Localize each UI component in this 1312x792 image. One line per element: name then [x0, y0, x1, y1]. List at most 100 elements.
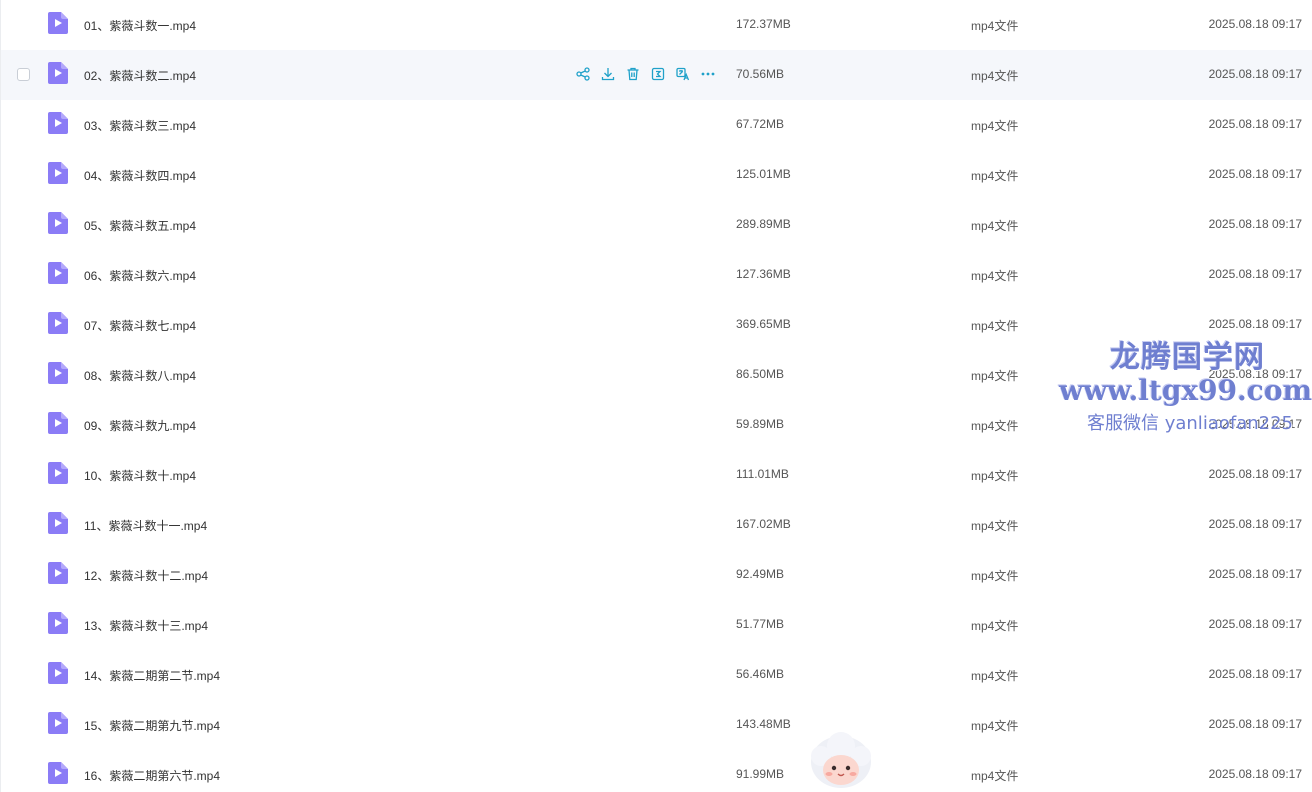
- file-size: 56.46MB: [736, 667, 785, 681]
- file-row[interactable]: 15、紫薇二期第九节.mp4 143.48MB mp4文件 2025.08.18 09…: [1, 700, 1312, 750]
- file-date: 2025.08.18 09:17: [1208, 417, 1302, 431]
- file-row[interactable]: 07、紫薇斗数七.mp4 369.65MB mp4文件 2025.08.18 09:1…: [1, 300, 1312, 350]
- video-file-icon: [48, 462, 68, 484]
- file-type: mp4文件: [971, 169, 1019, 183]
- file-name[interactable]: 07、紫薇斗数七.mp4: [84, 317, 196, 334]
- file-type: mp4文件: [971, 769, 1019, 783]
- file-row[interactable]: 05、紫薇斗数五.mp4 289.89MB mp4文件 2025.08.18 09:1…: [1, 200, 1312, 250]
- file-list: 01、紫薇斗数一.mp4 172.37MB mp4文件 2025.08.18 09:1…: [0, 0, 1312, 792]
- file-size: 172.37MB: [736, 17, 791, 31]
- file-row[interactable]: 09、紫薇斗数九.mp4 59.89MB mp4文件 2025.08.18 09:17: [1, 400, 1312, 450]
- file-name[interactable]: 11、紫薇斗数十一.mp4: [84, 517, 207, 534]
- file-type: mp4文件: [971, 669, 1019, 683]
- file-type: mp4文件: [971, 69, 1019, 83]
- file-size: 167.02MB: [736, 517, 791, 531]
- file-type: mp4文件: [971, 619, 1019, 633]
- file-row[interactable]: 04、紫薇斗数四.mp4 125.01MB mp4文件 2025.08.18 09:1…: [1, 150, 1312, 200]
- file-row[interactable]: 08、紫薇斗数八.mp4 86.50MB mp4文件 2025.08.18 09:17: [1, 350, 1312, 400]
- file-type: mp4文件: [971, 319, 1019, 333]
- download-icon[interactable]: [600, 66, 616, 84]
- video-file-icon: [48, 312, 68, 334]
- file-type: mp4文件: [971, 469, 1019, 483]
- file-row[interactable]: 01、紫薇斗数一.mp4 172.37MB mp4文件 2025.08.18 09:1…: [1, 0, 1312, 50]
- summary-icon[interactable]: [650, 66, 666, 84]
- file-date: 2025.08.18 09:17: [1208, 317, 1302, 331]
- file-name[interactable]: 08、紫薇斗数八.mp4: [84, 367, 196, 384]
- file-row[interactable]: 11、紫薇斗数十一.mp4 167.02MB mp4文件 2025.08.18 09:…: [1, 500, 1312, 550]
- file-date: 2025.08.18 09:17: [1208, 117, 1302, 131]
- file-name[interactable]: 04、紫薇斗数四.mp4: [84, 167, 196, 184]
- file-name[interactable]: 06、紫薇斗数六.mp4: [84, 267, 196, 284]
- file-name[interactable]: 16、紫薇二期第六节.mp4: [84, 767, 220, 784]
- video-file-icon: [48, 512, 68, 534]
- file-date: 2025.08.18 09:17: [1208, 217, 1302, 231]
- file-row[interactable]: 16、紫薇二期第六节.mp4 91.99MB mp4文件 2025.08.18 09:…: [1, 750, 1312, 792]
- file-date: 2025.08.18 09:17: [1208, 517, 1302, 531]
- video-file-icon: [48, 112, 68, 134]
- file-size: 125.01MB: [736, 167, 791, 181]
- file-row[interactable]: 06、紫薇斗数六.mp4 127.36MB mp4文件 2025.08.18 09:1…: [1, 250, 1312, 300]
- translate-icon[interactable]: [675, 66, 691, 84]
- file-row[interactable]: 02、紫薇斗数二.mp4 70.56MB mp4文件 2025.08.18 09:17: [1, 50, 1312, 100]
- file-name[interactable]: 01、紫薇斗数一.mp4: [84, 17, 196, 34]
- file-row[interactable]: 10、紫薇斗数十.mp4 111.01MB mp4文件 2025.08.18 09:1…: [1, 450, 1312, 500]
- file-name[interactable]: 05、紫薇斗数五.mp4: [84, 217, 196, 234]
- video-file-icon: [48, 362, 68, 384]
- file-type: mp4文件: [971, 369, 1019, 383]
- file-name[interactable]: 09、紫薇斗数九.mp4: [84, 417, 196, 434]
- file-name[interactable]: 12、紫薇斗数十二.mp4: [84, 567, 208, 584]
- delete-icon[interactable]: [625, 66, 641, 84]
- file-date: 2025.08.18 09:17: [1208, 267, 1302, 281]
- file-date: 2025.08.18 09:17: [1208, 767, 1302, 781]
- file-size: 91.99MB: [736, 767, 785, 781]
- file-row[interactable]: 14、紫薇二期第二节.mp4 56.46MB mp4文件 2025.08.18 09:…: [1, 650, 1312, 700]
- file-type: mp4文件: [971, 569, 1019, 583]
- file-size: 92.49MB: [736, 567, 785, 581]
- file-type: mp4文件: [971, 219, 1019, 233]
- file-name[interactable]: 10、紫薇斗数十.mp4: [84, 467, 196, 484]
- file-date: 2025.08.18 09:17: [1208, 167, 1302, 181]
- file-date: 2025.08.18 09:17: [1208, 367, 1302, 381]
- video-file-icon: [48, 612, 68, 634]
- file-name[interactable]: 03、紫薇斗数三.mp4: [84, 117, 196, 134]
- file-date: 2025.08.18 09:17: [1208, 567, 1302, 581]
- file-name[interactable]: 02、紫薇斗数二.mp4: [84, 67, 196, 84]
- video-file-icon: [48, 712, 68, 734]
- video-file-icon: [48, 162, 68, 184]
- file-date: 2025.08.18 09:17: [1208, 617, 1302, 631]
- more-icon[interactable]: [700, 66, 716, 84]
- file-type: mp4文件: [971, 269, 1019, 283]
- video-file-icon: [48, 262, 68, 284]
- file-date: 2025.08.18 09:17: [1208, 467, 1302, 481]
- file-date: 2025.08.18 09:17: [1208, 717, 1302, 731]
- file-size: 127.36MB: [736, 267, 791, 281]
- file-type: mp4文件: [971, 719, 1019, 733]
- file-size: 59.89MB: [736, 417, 785, 431]
- row-actions: [575, 66, 716, 84]
- file-size: 67.72MB: [736, 117, 785, 131]
- file-date: 2025.08.18 09:17: [1208, 667, 1302, 681]
- share-icon[interactable]: [575, 66, 591, 84]
- file-size: 86.50MB: [736, 367, 785, 381]
- file-size: 70.56MB: [736, 67, 785, 81]
- video-file-icon: [48, 412, 68, 434]
- file-size: 51.77MB: [736, 617, 785, 631]
- file-name[interactable]: 14、紫薇二期第二节.mp4: [84, 667, 220, 684]
- file-row[interactable]: 13、紫薇斗数十三.mp4 51.77MB mp4文件 2025.08.18 09:1…: [1, 600, 1312, 650]
- file-date: 2025.08.18 09:17: [1208, 67, 1302, 81]
- video-file-icon: [48, 62, 68, 84]
- file-name[interactable]: 13、紫薇斗数十三.mp4: [84, 617, 208, 634]
- video-file-icon: [48, 12, 68, 34]
- file-rows: 01、紫薇斗数一.mp4 172.37MB mp4文件 2025.08.18 09:1…: [1, 0, 1312, 792]
- file-type: mp4文件: [971, 419, 1019, 433]
- video-file-icon: [48, 562, 68, 584]
- row-checkbox[interactable]: [17, 68, 30, 81]
- assistant-mascot-icon[interactable]: [807, 732, 875, 792]
- file-type: mp4文件: [971, 19, 1019, 33]
- file-row[interactable]: 12、紫薇斗数十二.mp4 92.49MB mp4文件 2025.08.18 09:1…: [1, 550, 1312, 600]
- file-date: 2025.08.18 09:17: [1208, 17, 1302, 31]
- file-name[interactable]: 15、紫薇二期第九节.mp4: [84, 717, 220, 734]
- video-file-icon: [48, 212, 68, 234]
- file-row[interactable]: 03、紫薇斗数三.mp4 67.72MB mp4文件 2025.08.18 09:17: [1, 100, 1312, 150]
- file-size: 289.89MB: [736, 217, 791, 231]
